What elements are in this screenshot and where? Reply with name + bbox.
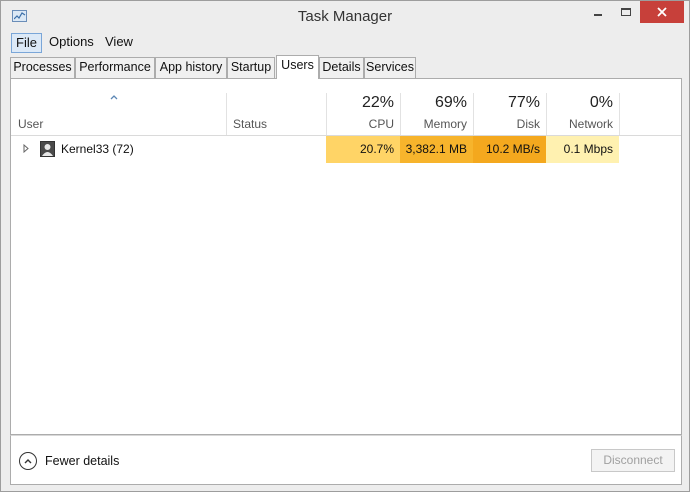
tab-users[interactable]: Users [276, 55, 319, 79]
user-avatar-icon [40, 141, 55, 157]
network-cell: 0.1 Mbps [546, 136, 619, 163]
tab-performance[interactable]: Performance [75, 57, 155, 78]
task-manager-window: Task Manager File Options View Processes… [0, 0, 690, 492]
disconnect-button[interactable]: Disconnect [591, 449, 675, 472]
fewer-details-label: Fewer details [45, 454, 120, 468]
memory-total-percent: 69% [434, 94, 467, 111]
tab-startup[interactable]: Startup [227, 57, 275, 78]
tab-services[interactable]: Services [364, 57, 416, 78]
column-label-network: Network [568, 117, 613, 131]
cpu-cell: 20.7% [326, 136, 400, 163]
minimize-icon [594, 14, 602, 16]
column-header-status[interactable]: Status [227, 79, 326, 135]
column-header-cpu[interactable]: 22% CPU [327, 79, 400, 135]
column-label-disk: Disk [516, 117, 540, 131]
menu-view[interactable]: View [101, 33, 137, 53]
column-label-user: User [18, 117, 44, 131]
expand-arrow-icon[interactable] [23, 144, 29, 153]
status-cell [226, 136, 326, 163]
column-header-disk[interactable]: 77% Disk [474, 79, 546, 135]
column-header-network[interactable]: 0% Network [547, 79, 619, 135]
chevron-up-circle-icon [19, 452, 37, 470]
column-label-cpu: CPU [368, 117, 394, 131]
disk-cell: 10.2 MB/s [473, 136, 546, 163]
disk-total-percent: 77% [507, 94, 540, 111]
column-separator[interactable] [619, 93, 620, 135]
maximize-icon [621, 8, 631, 16]
column-label-status: Status [233, 117, 268, 131]
title-bar[interactable]: Task Manager [1, 1, 689, 32]
tab-details[interactable]: Details [319, 57, 364, 78]
menu-file[interactable]: File [11, 33, 42, 53]
close-icon [657, 7, 667, 17]
users-panel: User Status 22% CPU 69% Memory 77% Disk … [10, 78, 682, 435]
cpu-total-percent: 22% [361, 94, 394, 111]
memory-cell: 3,382.1 MB [400, 136, 473, 163]
maximize-button[interactable] [612, 1, 640, 23]
fewer-details-button[interactable]: Fewer details [19, 451, 119, 471]
menu-options[interactable]: Options [45, 33, 98, 53]
column-label-memory: Memory [423, 117, 467, 131]
minimize-button[interactable] [584, 1, 612, 23]
tab-app-history[interactable]: App history [155, 57, 227, 78]
footer-bar: Fewer details Disconnect [10, 435, 682, 485]
table-row[interactable]: Kernel33 (72) 20.7% 3,382.1 MB 10.2 MB/s… [11, 136, 681, 163]
column-header-user[interactable]: User [11, 79, 226, 135]
tab-bar: Processes Performance App history Startu… [10, 55, 682, 79]
user-name: Kernel33 (72) [61, 142, 134, 156]
tab-processes[interactable]: Processes [10, 57, 75, 78]
close-button[interactable] [640, 1, 684, 23]
network-total-percent: 0% [589, 94, 613, 111]
menu-bar: File Options View [9, 32, 685, 54]
column-header-memory[interactable]: 69% Memory [401, 79, 473, 135]
